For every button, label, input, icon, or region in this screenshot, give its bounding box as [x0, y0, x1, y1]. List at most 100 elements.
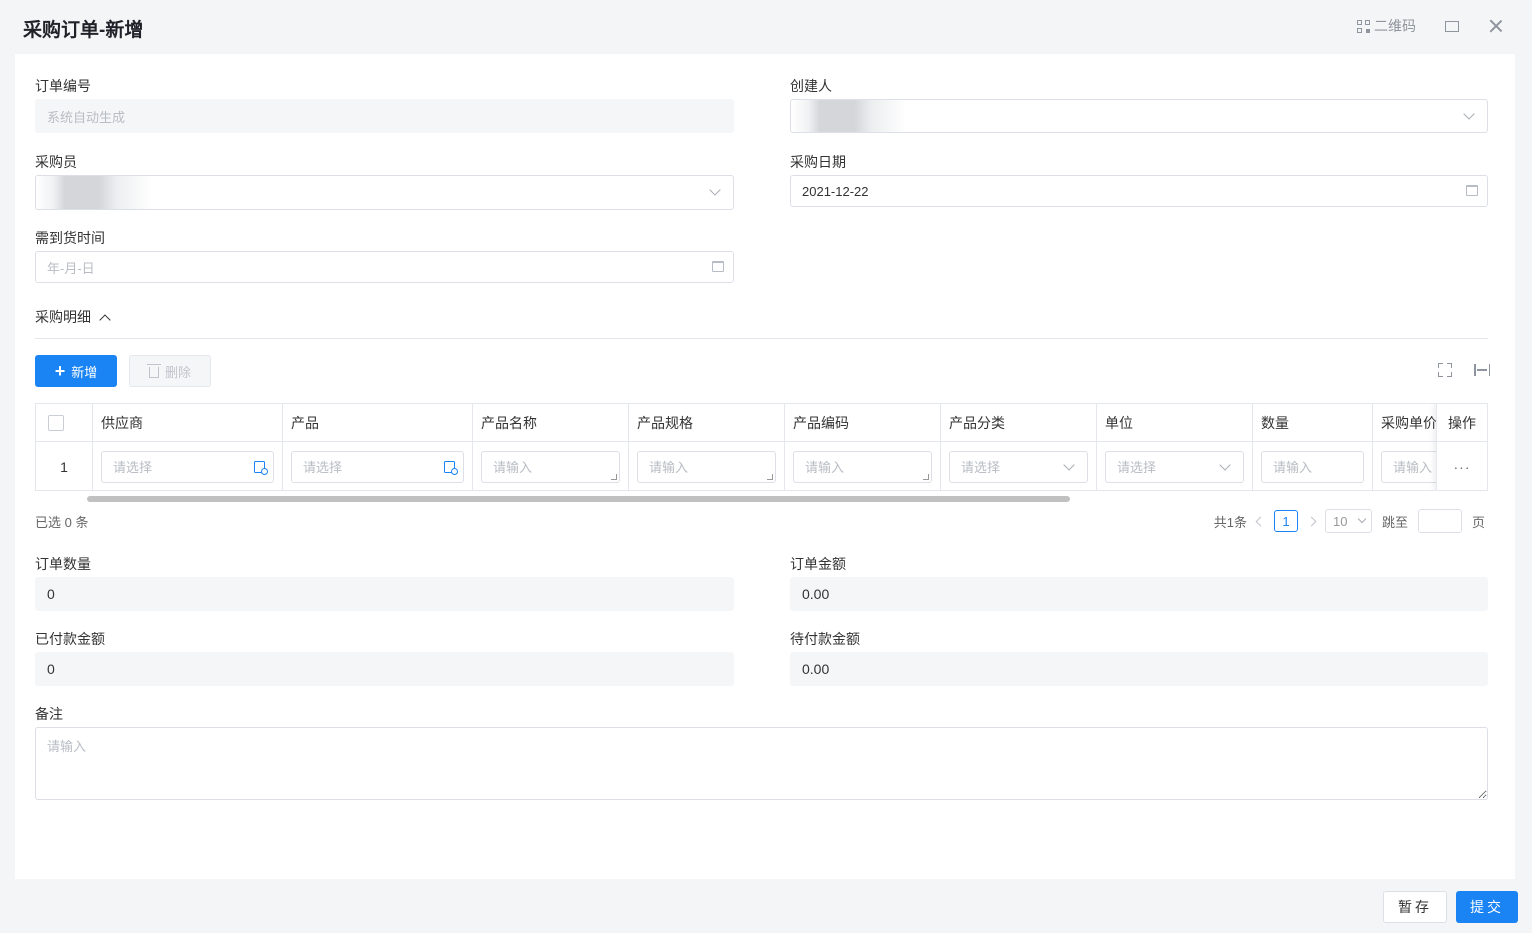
col-operation: 操作: [1437, 404, 1487, 442]
qrcode-button[interactable]: 二维码: [1357, 16, 1416, 36]
creator-label: 创建人: [790, 78, 832, 94]
more-actions-icon[interactable]: ···: [1437, 442, 1487, 490]
product-code-placeholder: 请输入: [805, 460, 845, 475]
col-supplier: 供应商: [93, 404, 283, 441]
table-row: 1 请选择 请选择 请输入 请输入 请输入 请选择 请选择 请输入 请输入: [36, 442, 1487, 490]
col-unit: 单位: [1097, 404, 1253, 441]
order-amount-value: 0.00: [802, 586, 830, 602]
buyer-value-redacted: [36, 176, 151, 209]
supplier-placeholder: 请选择: [113, 460, 153, 475]
form-panel: 订单编号 系统自动生成 创建人 采购员 采购日期 2021-12-22 需到货时…: [15, 54, 1515, 879]
quantity-cell: 请输入: [1253, 442, 1373, 490]
chevron-down-icon: [1463, 108, 1475, 120]
window-titlebar: 采购订单-新增 二维码: [0, 0, 1532, 54]
product-name-input[interactable]: 请输入: [481, 450, 620, 483]
product-spec-input[interactable]: 请输入: [637, 450, 776, 483]
window-controls: 二维码: [1357, 16, 1504, 36]
unit-placeholder: 请选择: [1117, 460, 1157, 475]
row-index: 1: [36, 442, 93, 490]
details-section-toggle[interactable]: 采购明细: [35, 307, 111, 327]
unit-select[interactable]: 请选择: [1105, 450, 1244, 483]
select-all-cell: [36, 404, 93, 441]
qrcode-label: 二维码: [1374, 18, 1416, 34]
resize-handle-icon[interactable]: [923, 473, 929, 480]
category-select[interactable]: 请选择: [949, 450, 1088, 483]
purchase-date-label: 采购日期: [790, 154, 846, 170]
resize-handle-icon[interactable]: [767, 473, 773, 480]
product-code-input[interactable]: 请输入: [793, 450, 932, 483]
chevron-down-icon: [1063, 458, 1075, 471]
order-no-field: 系统自动生成: [35, 99, 734, 133]
select-list-icon: [254, 460, 268, 475]
pagination: 共1条 1 10 跳至 页: [1214, 509, 1485, 533]
details-section-title: 采购明细: [35, 309, 91, 325]
supplier-selector[interactable]: 请选择: [101, 450, 274, 483]
pending-amount-label: 待付款金额: [790, 631, 860, 647]
quantity-input[interactable]: 请输入: [1261, 450, 1364, 483]
submit-button[interactable]: 提交: [1456, 891, 1518, 923]
col-product: 产品: [283, 404, 473, 441]
buyer-select[interactable]: [35, 175, 734, 210]
order-no-label: 订单编号: [35, 78, 91, 94]
chevron-down-icon: [709, 184, 721, 196]
prev-page-icon[interactable]: [1255, 516, 1266, 526]
delete-row-button[interactable]: 删除: [129, 355, 211, 387]
select-all-checkbox[interactable]: [48, 414, 64, 431]
purchase-date-picker[interactable]: 2021-12-22: [790, 175, 1488, 207]
paid-amount-value: 0: [47, 661, 55, 677]
creator-value-redacted: [791, 100, 906, 132]
paid-amount-label: 已付款金额: [35, 631, 105, 647]
pending-amount-value: 0.00: [802, 661, 830, 677]
table-tools: [1438, 363, 1490, 377]
buyer-label: 采购员: [35, 154, 77, 170]
category-placeholder: 请选择: [961, 460, 1001, 475]
fullscreen-icon[interactable]: [1438, 363, 1452, 377]
close-icon: [1489, 19, 1503, 33]
col-product-category: 产品分类: [941, 404, 1097, 441]
calendar-icon: [712, 261, 724, 272]
col-product-spec: 产品规格: [629, 404, 785, 441]
chevron-up-icon: [99, 313, 111, 326]
section-divider: [35, 338, 1488, 339]
jump-page-input[interactable]: [1417, 509, 1462, 533]
unit-price-placeholder: 请输入: [1393, 460, 1433, 475]
resize-handle-icon[interactable]: [611, 473, 617, 480]
purchase-date-value: 2021-12-22: [802, 183, 869, 199]
table-header: 供应商 产品 产品名称 产品规格 产品编码 产品分类 单位 数量 采购单价: [36, 404, 1487, 442]
operation-column: 操作 ···: [1436, 404, 1487, 490]
unit-cell: 请选择: [1097, 442, 1253, 490]
category-cell: 请选择: [941, 442, 1097, 490]
creator-select[interactable]: [790, 99, 1488, 133]
close-button[interactable]: [1488, 18, 1504, 34]
save-draft-button[interactable]: 暂存: [1383, 891, 1447, 923]
product-code-cell: 请输入: [785, 442, 941, 490]
maximize-button[interactable]: [1444, 18, 1460, 34]
remark-textarea[interactable]: [35, 727, 1488, 800]
arrival-time-label: 需到货时间: [35, 230, 105, 246]
plus-icon: +: [54, 361, 66, 381]
order-amount-label: 订单金额: [790, 556, 846, 572]
supplier-cell: 请选择: [93, 442, 283, 490]
product-name-placeholder: 请输入: [493, 460, 533, 475]
pending-amount-field: 0.00: [790, 652, 1488, 686]
calendar-icon: [1466, 185, 1478, 196]
arrival-time-picker[interactable]: 年-月-日: [35, 251, 734, 283]
next-page-icon[interactable]: [1306, 516, 1317, 526]
product-cell: 请选择: [283, 442, 473, 490]
order-qty-value: 0: [47, 586, 55, 602]
table-horizontal-scrollbar[interactable]: [87, 496, 1070, 502]
product-selector[interactable]: 请选择: [291, 450, 464, 483]
delete-row-label: 删除: [164, 364, 191, 380]
fit-width-icon[interactable]: [1474, 363, 1490, 377]
remark-label: 备注: [35, 706, 63, 722]
order-qty-label: 订单数量: [35, 556, 91, 572]
page-number-current[interactable]: 1: [1273, 510, 1298, 532]
chevron-down-icon: [1219, 458, 1231, 471]
add-row-button[interactable]: + 新增: [35, 355, 117, 387]
page-size-select[interactable]: 10: [1324, 509, 1372, 533]
order-qty-field: 0: [35, 577, 734, 611]
product-name-cell: 请输入: [473, 442, 629, 490]
jump-label: 跳至: [1381, 514, 1408, 530]
trash-icon: [146, 363, 161, 378]
add-row-label: 新增: [71, 364, 98, 380]
